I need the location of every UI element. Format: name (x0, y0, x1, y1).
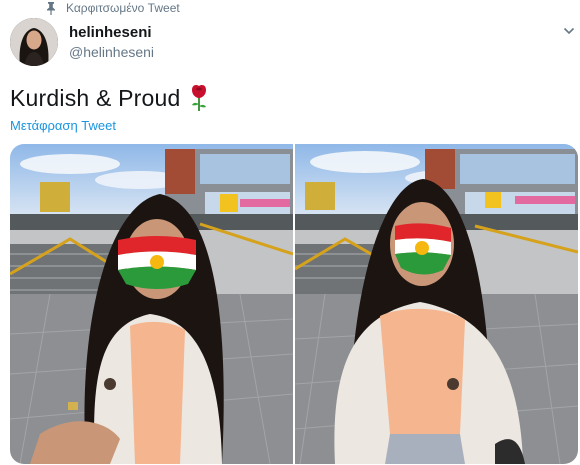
pin-icon (47, 2, 55, 15)
avatar[interactable] (10, 18, 58, 66)
rose-icon (192, 85, 207, 111)
translate-tweet-link[interactable]: Μετάφραση Tweet (10, 118, 116, 133)
pinned-label: Καρφιτσωμένο Tweet (66, 1, 180, 15)
chevron-down-icon[interactable] (562, 24, 576, 38)
tweet-media (10, 144, 578, 464)
pinned-indicator: Καρφιτσωμένο Tweet (44, 0, 180, 16)
photo-right[interactable] (295, 144, 578, 464)
photo-left[interactable] (10, 144, 293, 464)
tweet-text-label: Kurdish & Proud (10, 84, 181, 111)
author-name[interactable]: helinheseni (69, 24, 152, 41)
author-handle[interactable]: @helinheseni (69, 44, 154, 60)
tweet-text: Kurdish & Proud (10, 84, 210, 112)
